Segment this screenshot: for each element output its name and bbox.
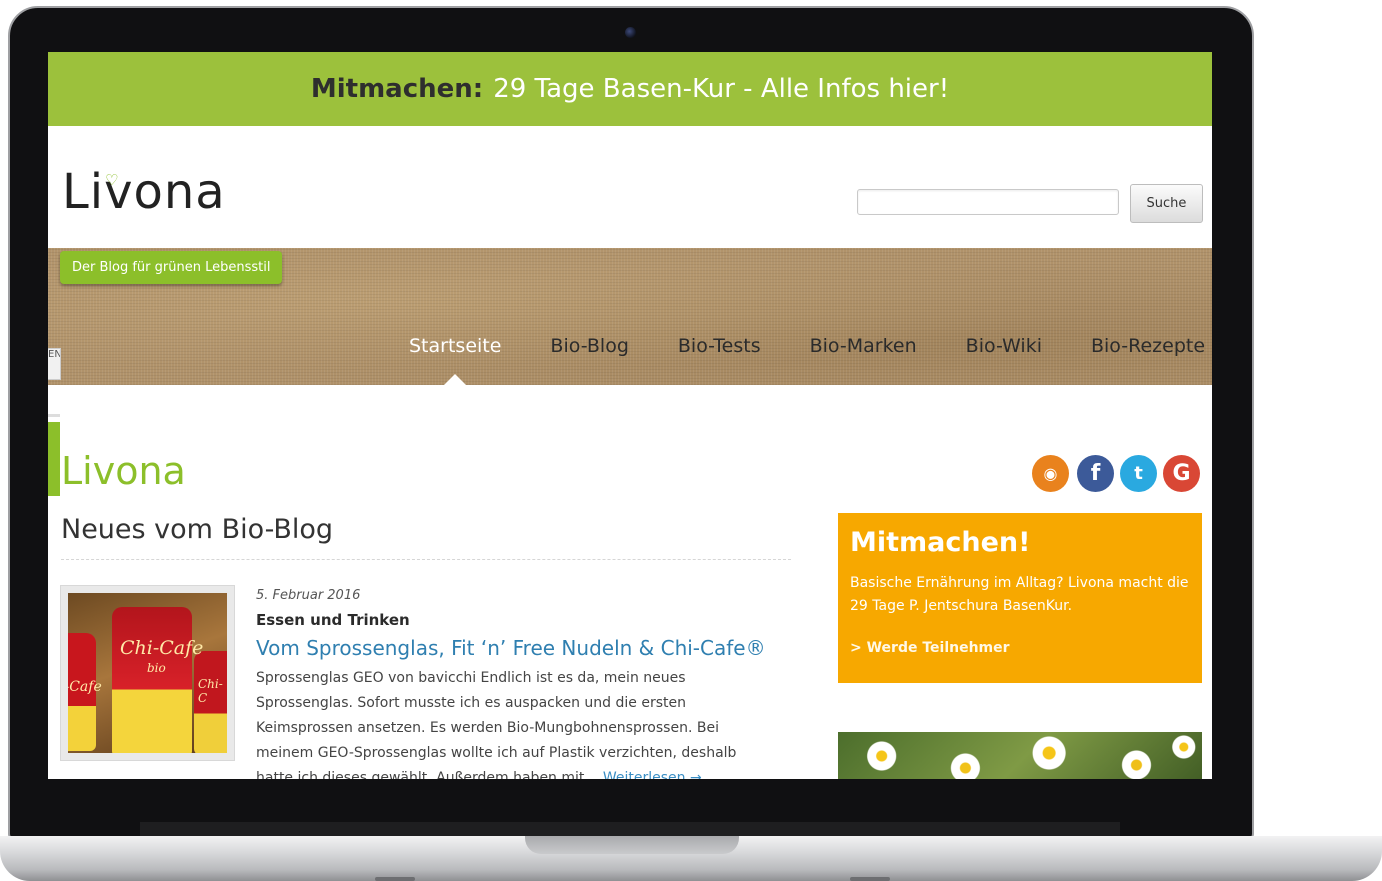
post-date: 5. Februar 2016 <box>256 588 361 603</box>
can-center <box>112 607 192 753</box>
page-title: Livona <box>61 449 186 493</box>
divider-line <box>48 414 60 417</box>
widget-text: Basische Ernährung im Alltag? Livona mac… <box>850 575 1189 614</box>
can-brand-label: Chi-Cafe <box>120 637 204 659</box>
nav-item-bio-marken[interactable]: Bio-Marken <box>810 335 917 357</box>
google-plus-icon[interactable]: G <box>1163 455 1200 492</box>
twitter-icon[interactable]: t <box>1120 455 1157 492</box>
facebook-icon[interactable]: f <box>1077 455 1114 492</box>
laptop-hinge <box>140 822 1120 836</box>
post-excerpt-text: Sprossenglas GEO von bavicchi Endlich is… <box>256 670 737 779</box>
laptop-foot-left <box>375 877 415 881</box>
browser-screen: Mitmachen: 29 Tage Basen-Kur - Alle Info… <box>48 52 1212 779</box>
promo-bold: Mitmachen: <box>310 74 484 104</box>
post-image: Chi-Cafe bio i-Cafe Chi-C <box>68 593 227 753</box>
site-logo[interactable]: Livona <box>62 164 226 220</box>
post-thumbnail[interactable]: Chi-Cafe bio i-Cafe Chi-C <box>60 585 235 761</box>
nav-item-bio-wiki[interactable]: Bio-Wiki <box>966 335 1042 357</box>
post-excerpt: Sprossenglas GEO von bavicchi Endlich is… <box>256 666 766 779</box>
title-accent-bar <box>48 422 60 496</box>
laptop-notch <box>525 836 739 854</box>
post-title-link[interactable]: Vom Sprossenglas, Fit ‘n’ Free Nudeln & … <box>256 636 766 660</box>
widget-title: Mitmachen! <box>850 527 1031 558</box>
nav-item-bio-rezepte[interactable]: Bio-Rezepte <box>1091 335 1205 357</box>
sidebar-flower-image <box>838 732 1202 779</box>
laptop-foot-right <box>850 877 890 881</box>
nav-items: Startseite Bio-Blog Bio-Tests Bio-Marken… <box>409 335 1205 357</box>
can-left-label: i-Cafe <box>68 679 102 695</box>
promo-text: 29 Tage Basen-Kur - Alle Infos hier! <box>493 74 950 104</box>
language-stub[interactable]: EN <box>48 348 61 380</box>
camera-icon <box>625 27 636 38</box>
nav-item-bio-tests[interactable]: Bio-Tests <box>678 335 761 357</box>
read-more-link[interactable]: Weiterlesen → <box>603 770 702 779</box>
heart-icon: ♡ <box>105 171 119 189</box>
section-title: Neues vom Bio-Blog <box>61 514 334 545</box>
section-divider <box>61 559 791 560</box>
search-input[interactable] <box>857 189 1119 215</box>
mitmachen-widget: Mitmachen! Basische Ernährung im Alltag?… <box>838 513 1202 683</box>
main-navigation: Der Blog für grünen Lebensstil EN Starts… <box>48 248 1212 385</box>
post-category[interactable]: Essen und Trinken <box>256 611 410 629</box>
promo-banner[interactable]: Mitmachen: 29 Tage Basen-Kur - Alle Info… <box>48 52 1212 126</box>
can-sub-label: bio <box>147 661 166 675</box>
nav-active-pointer <box>443 374 467 386</box>
search-button[interactable]: Suche <box>1130 184 1203 223</box>
rss-icon[interactable]: ◉ <box>1032 455 1069 492</box>
nav-item-bio-blog[interactable]: Bio-Blog <box>550 335 628 357</box>
widget-cta-link[interactable]: > Werde Teilnehmer <box>850 640 1010 656</box>
can-right-label: Chi-C <box>198 677 223 705</box>
nav-item-startseite[interactable]: Startseite <box>409 335 501 357</box>
tagline-badge: Der Blog für grünen Lebensstil <box>60 251 283 284</box>
